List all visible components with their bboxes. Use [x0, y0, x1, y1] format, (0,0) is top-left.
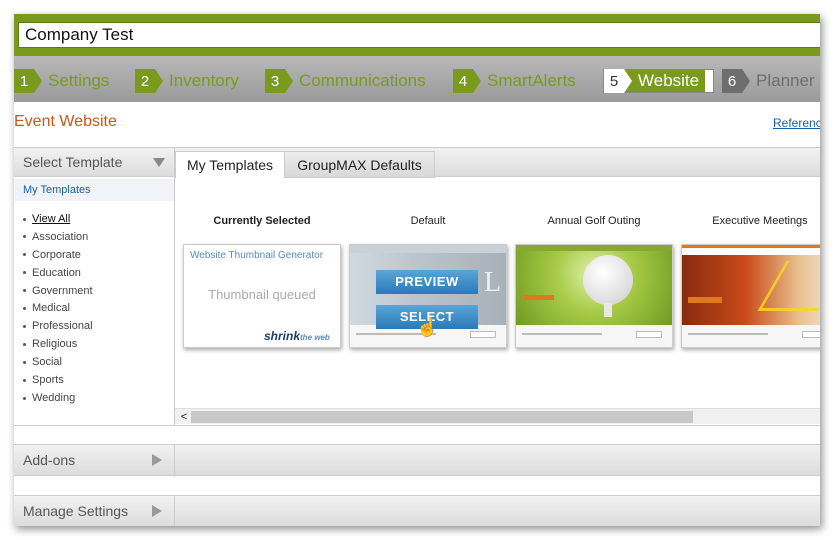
template-label-default: Default: [410, 215, 446, 227]
horizontal-scrollbar[interactable]: <: [175, 408, 820, 424]
category-item-education[interactable]: Education: [23, 265, 93, 283]
template-thumbnail-default[interactable]: L PREVIEW SELECT ☝: [349, 244, 507, 348]
step-label: SmartAlerts: [487, 71, 576, 90]
step-number: 6: [722, 69, 750, 93]
step-label: Settings: [48, 71, 110, 90]
thumbnail-generator-title: Website Thumbnail Generator: [190, 250, 324, 261]
step-number: 2: [135, 69, 163, 93]
bullet-icon: [23, 253, 26, 257]
thumbnail-footer: [682, 325, 820, 347]
bullet-icon: [23, 271, 26, 275]
step-planner[interactable]: 6 Planner: [722, 69, 815, 93]
golf-ball-icon: [583, 255, 633, 305]
step-label: Planner: [756, 71, 815, 90]
step-website[interactable]: 5 Website: [603, 69, 715, 93]
template-label-currently-selected: Currently Selected: [213, 215, 311, 227]
collapse-triangle-icon: [153, 158, 165, 167]
step-number: 5: [604, 69, 632, 93]
category-item-religious[interactable]: Religious: [23, 336, 93, 354]
template-label-executive: Executive Meetings: [712, 215, 808, 227]
category-item-sports[interactable]: Sports: [23, 372, 93, 390]
panel-divider: [174, 147, 175, 425]
template-thumbnail-golf[interactable]: [515, 244, 673, 348]
step-label: Inventory: [169, 71, 239, 90]
bullet-icon: [23, 324, 26, 328]
template-label-golf: Annual Golf Outing: [547, 215, 641, 227]
manage-settings-label: Manage Settings: [23, 503, 129, 519]
shrinktheweb-logo: shrinkthe web: [264, 329, 330, 343]
steps-nav: 1 Settings 2 Inventory 3 Communications …: [14, 56, 820, 102]
category-item-wedding[interactable]: Wedding: [23, 390, 93, 408]
thumbnail-banner-letter: L: [484, 267, 502, 298]
category-item-social[interactable]: Social: [23, 354, 93, 372]
bullet-icon: [23, 235, 26, 239]
category-item-view-all[interactable]: View All: [23, 211, 93, 229]
step-settings[interactable]: 1 Settings: [14, 69, 109, 93]
step-smartalerts[interactable]: 4 SmartAlerts: [453, 69, 576, 93]
app-window: Company Test 1 Settings 2 Inventory 3 Co…: [14, 14, 820, 526]
addons-label: Add-ons: [23, 452, 76, 468]
company-name-input[interactable]: Company Test: [18, 22, 820, 48]
bullet-icon: [23, 342, 26, 346]
bullet-icon: [23, 289, 26, 293]
hand-cursor-icon: ☝: [416, 317, 439, 337]
template-thumbnail-executive[interactable]: [681, 244, 820, 348]
bullet-icon: [23, 360, 26, 364]
bullet-icon: [23, 378, 26, 382]
step-communications[interactable]: 3 Communications: [265, 69, 426, 93]
bullet-icon: [23, 217, 26, 221]
category-item-corporate[interactable]: Corporate: [23, 247, 93, 265]
preview-button[interactable]: PREVIEW: [376, 270, 478, 294]
expand-arrow-icon: [152, 454, 162, 466]
scrollbar-thumb[interactable]: [191, 411, 693, 423]
template-thumbnail-current[interactable]: Website Thumbnail Generator Thumbnail qu…: [183, 244, 341, 348]
select-template-header[interactable]: Select Template: [14, 147, 174, 177]
step-label: Website: [624, 70, 706, 92]
select-template-label: Select Template: [23, 154, 123, 170]
template-tabs: My Templates GroupMAX Defaults: [175, 147, 820, 178]
thumbnail-header: [350, 245, 506, 253]
tab-my-templates[interactable]: My Templates: [175, 151, 285, 178]
expand-arrow-icon: [152, 505, 162, 517]
category-item-association[interactable]: Association: [23, 229, 93, 247]
step-inventory[interactable]: 2 Inventory: [135, 69, 239, 93]
scroll-left-arrow-icon[interactable]: <: [177, 409, 191, 425]
manage-settings-section-header[interactable]: Manage Settings: [14, 495, 820, 526]
thumbnail-status: Thumbnail queued: [208, 287, 316, 302]
my-templates-subheader: My Templates: [14, 179, 174, 201]
tab-groupmax-defaults[interactable]: GroupMAX Defaults: [285, 151, 435, 178]
step-number: 3: [265, 69, 293, 93]
step-number: 1: [14, 69, 42, 93]
bullet-icon: [23, 307, 26, 311]
step-number: 4: [453, 69, 481, 93]
category-item-government[interactable]: Government: [23, 283, 93, 301]
category-item-medical[interactable]: Medical: [23, 300, 93, 318]
step-label: Communications: [299, 71, 426, 90]
category-list: View All Association Corporate Education…: [23, 211, 93, 408]
thumbnail-footer: [516, 325, 672, 347]
bullet-icon: [23, 396, 26, 400]
page-title: Event Website: [14, 113, 117, 130]
addons-section-header[interactable]: Add-ons: [14, 444, 820, 477]
category-item-professional[interactable]: Professional: [23, 318, 93, 336]
reference-link[interactable]: Reference: [773, 116, 820, 130]
company-bar: Company Test: [14, 14, 820, 56]
